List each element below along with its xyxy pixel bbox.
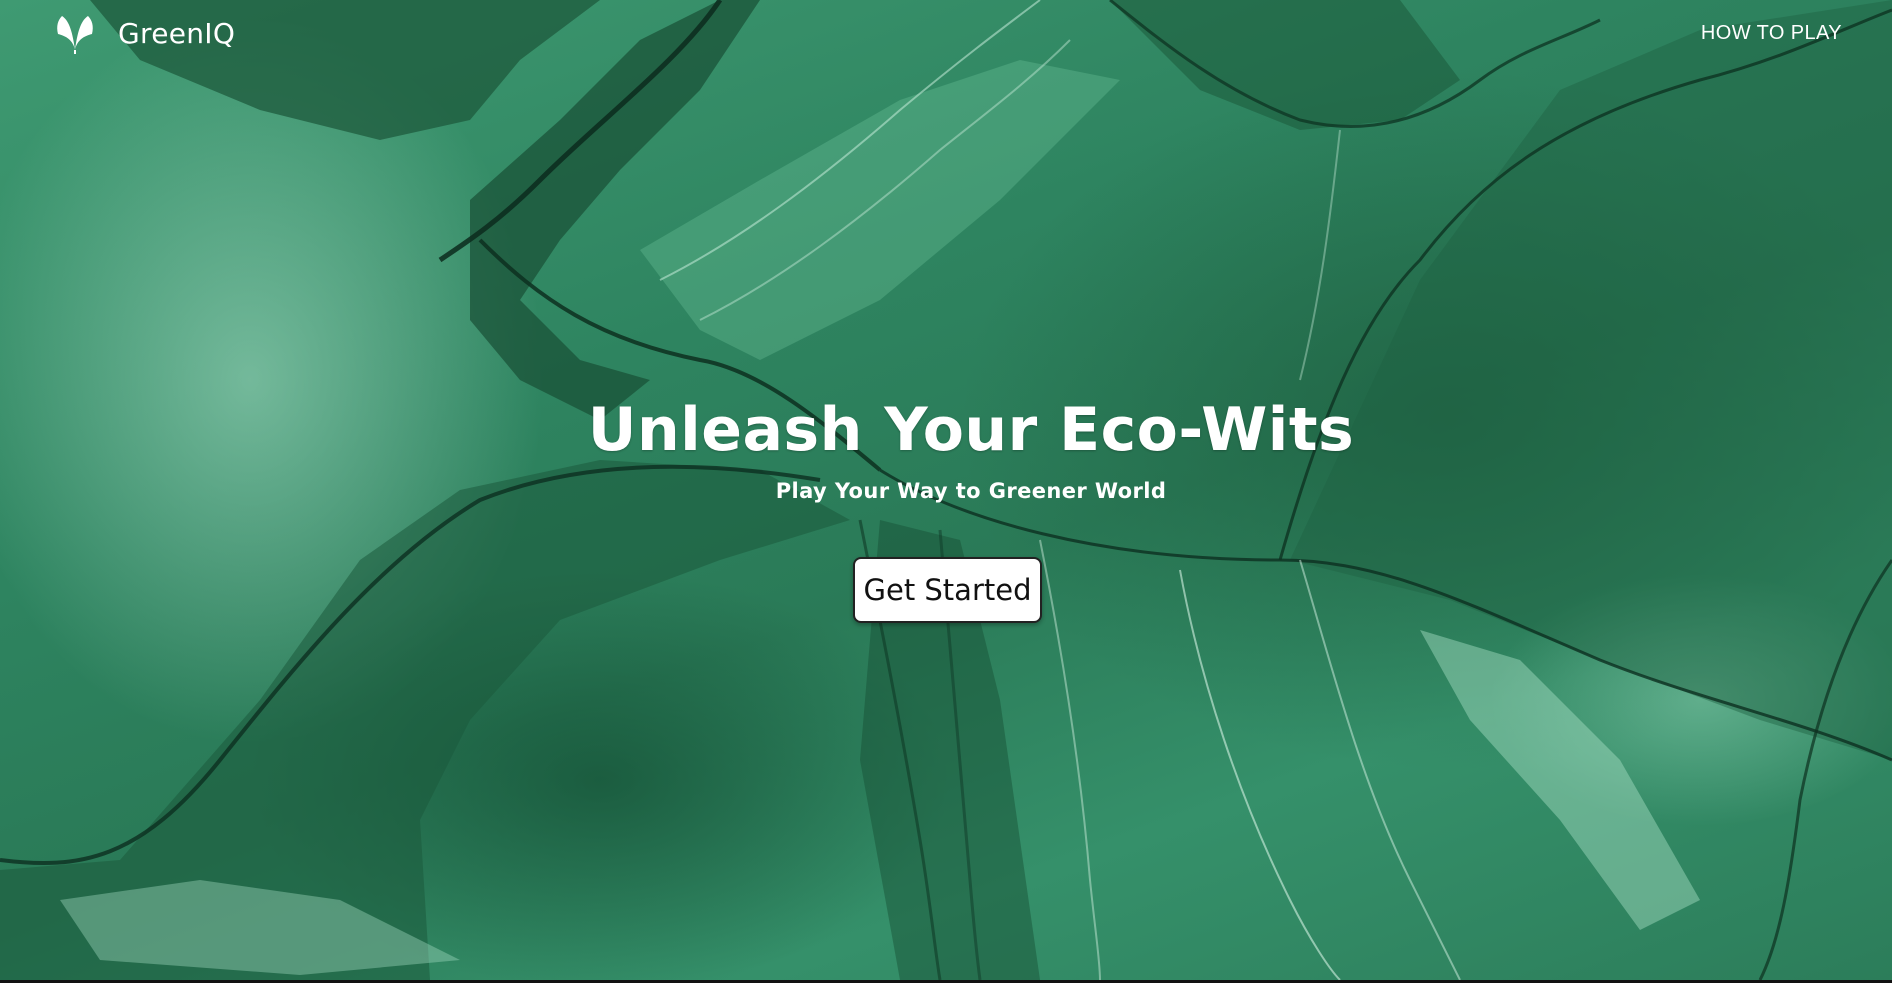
hero-subtitle: Play Your Way to Greener World [775,479,1167,503]
how-to-play-link[interactable]: HOW TO PLAY [1701,22,1842,45]
landing-page: GreenIQ HOW TO PLAY Unleash Your Eco-Wit… [0,0,1892,983]
brand-home-link[interactable]: GreenIQ [52,10,235,56]
top-navigation-bar: GreenIQ HOW TO PLAY [0,0,1892,70]
hero-title: Unleash Your Eco-Wits [587,395,1355,465]
hero-section: Unleash Your Eco-Wits Play Your Way to G… [0,385,1892,505]
brand-name: GreenIQ [118,16,236,50]
get-started-button[interactable]: Get Started [853,557,1042,623]
leaf-icon [52,10,98,56]
